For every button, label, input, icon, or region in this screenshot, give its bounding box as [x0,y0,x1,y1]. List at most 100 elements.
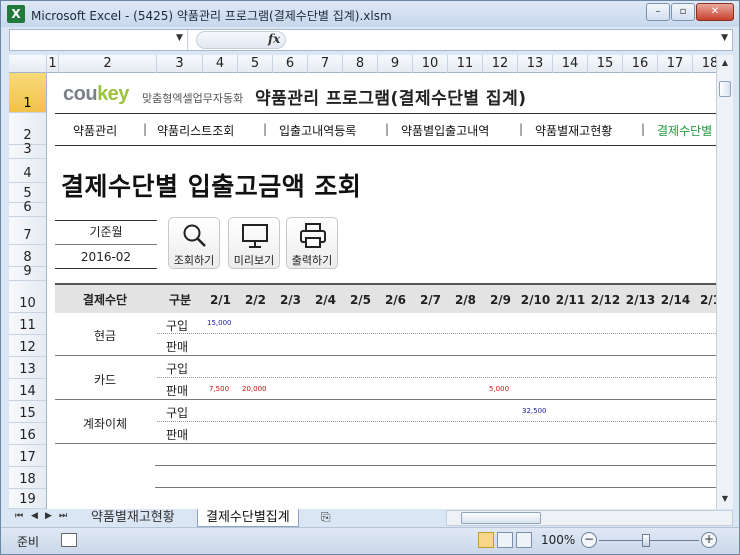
column-header[interactable]: 14 [553,55,588,73]
vertical-scrollbar[interactable]: ▲ ▼ [716,55,733,509]
column-header[interactable]: 17 [658,55,693,73]
column-header[interactable]: 7 [308,55,343,73]
column-header[interactable]: 13 [518,55,553,73]
minimize-button[interactable]: – [646,3,670,21]
header-day: 2/4 [314,293,337,307]
row-divider [157,421,716,422]
column-header[interactable]: 18 [693,55,716,73]
column-header[interactable]: 12 [483,55,518,73]
next-sheet-icon[interactable]: ▶ [45,511,52,521]
expand-formula-bar-icon[interactable]: ▼ [721,33,728,43]
row-header[interactable]: 6 [9,200,46,217]
prev-sheet-icon[interactable]: ◀ [31,511,38,521]
page-break-view-button[interactable] [516,532,532,548]
normal-view-button[interactable] [478,532,494,548]
row-header[interactable]: 9 [9,264,46,281]
cell-value-sell: 7,500 [209,385,230,393]
zoom-in-button[interactable]: + [701,532,717,548]
preview-button[interactable]: 미리보기 [228,217,280,269]
vertical-scroll-thumb[interactable] [719,81,731,97]
horizontal-scrollbar[interactable] [446,510,733,526]
row-header[interactable]: 14 [9,379,46,401]
row-header[interactable]: 17 [9,445,46,467]
header-day: 2/3 [279,293,302,307]
row-header[interactable]: 1 [9,73,46,113]
nav-item-medicine-list[interactable]: 약품리스트조회 [157,122,234,139]
close-button[interactable]: ✕ [696,3,734,21]
scroll-up-icon[interactable]: ▲ [717,55,733,71]
header-day: 2/2 [244,293,267,307]
nav-item-stock-status[interactable]: 약품별재고현황 [535,122,612,139]
row-header[interactable]: 16 [9,423,46,445]
nav-item-medicine-inout-history[interactable]: 약품별입출고내역 [401,122,489,139]
nav-separator: | [143,122,148,136]
last-sheet-icon[interactable]: ⏭ [59,511,67,521]
column-header[interactable]: 5 [238,55,273,73]
header-day: 2/1 [699,293,716,307]
row-header[interactable]: 2 [9,113,46,145]
row-header[interactable]: 4 [9,159,46,183]
type-buy: 구입 [166,362,189,376]
reference-month-value[interactable]: 2016-02 [55,246,157,268]
chevron-down-icon[interactable]: ▼ [176,33,183,43]
header-day: 2/6 [384,293,407,307]
select-all-corner[interactable] [9,55,47,73]
row-header[interactable]: 15 [9,401,46,423]
column-header[interactable]: 6 [273,55,308,73]
excel-app-icon[interactable]: X [7,5,25,23]
column-header[interactable]: 9 [378,55,413,73]
row-header[interactable]: 19 [9,489,46,509]
method-card: 카드 [93,373,117,387]
macro-record-icon[interactable] [61,533,77,547]
sheet-tab-payment-summary[interactable]: 결제수단별집계 [197,509,299,527]
maximize-button[interactable]: ▫ [671,3,695,21]
zoom-level[interactable]: 100% [541,533,575,547]
spreadsheet-grid[interactable]: 1 2 3 4 5 6 7 8 9 10 11 12 13 14 15 16 1… [9,55,716,509]
page-layout-view-button[interactable] [497,532,513,548]
zoom-slider-thumb[interactable] [642,534,650,547]
print-button[interactable]: 출력하기 [286,217,338,269]
column-header[interactable]: 16 [623,55,658,73]
column-header[interactable]: 10 [413,55,448,73]
nav-item-payment-method[interactable]: 결제수단별 [657,122,712,139]
column-header[interactable]: 4 [203,55,238,73]
header-day: 2/11 [555,293,586,307]
group-divider [55,399,716,400]
nav-item-medicine-management[interactable]: 약품관리 [73,122,117,139]
row-header[interactable]: 3 [9,142,46,159]
column-header[interactable]: 1 [47,55,59,73]
row-header[interactable]: 7 [9,217,46,245]
row-header[interactable]: 12 [9,335,46,357]
row-header[interactable]: 18 [9,467,46,489]
column-header[interactable]: 15 [588,55,623,73]
header-day: 2/14 [660,293,691,307]
zoom-out-button[interactable]: − [581,532,597,548]
first-sheet-icon[interactable]: ⏮ [15,511,23,521]
search-icon [183,224,206,247]
row-header[interactable]: 10 [9,281,46,313]
column-header[interactable]: 2 [59,55,157,73]
header-divider [55,113,716,114]
sheet-tab-stock-status[interactable]: 약품별재고현황 [83,509,183,527]
row-header[interactable]: 13 [9,357,46,379]
method-cash: 현금 [93,329,117,343]
insert-sheet-icon[interactable]: ⎘ [321,510,331,525]
cell-value-sell: 20,000 [242,385,267,393]
insert-function-button[interactable]: fx [268,32,280,46]
row-header[interactable]: 11 [9,313,46,335]
horizontal-scroll-thumb[interactable] [461,512,541,524]
method-bank-transfer: 계좌이체 [82,417,128,431]
column-header[interactable]: 3 [157,55,203,73]
column-header[interactable]: 11 [448,55,483,73]
page-title: 결제수단별 입출고금액 조회 [61,172,362,201]
title-bar: X Microsoft Excel - (5425) 약품관리 프로그램(결제수… [1,1,739,27]
cell-value-sell: 5,000 [489,385,510,393]
name-box[interactable]: ▼ [10,30,188,50]
nav-item-inout-register[interactable]: 입출고내역등록 [279,122,356,139]
window-title: Microsoft Excel - (5425) 약품관리 프로그램(결제수단별… [31,9,392,23]
search-button[interactable]: 조회하기 [168,217,220,269]
coukey-logo: coukey [63,83,129,106]
column-header[interactable]: 8 [343,55,378,73]
scroll-down-icon[interactable]: ▼ [717,491,733,507]
header-day: 2/8 [454,293,477,307]
